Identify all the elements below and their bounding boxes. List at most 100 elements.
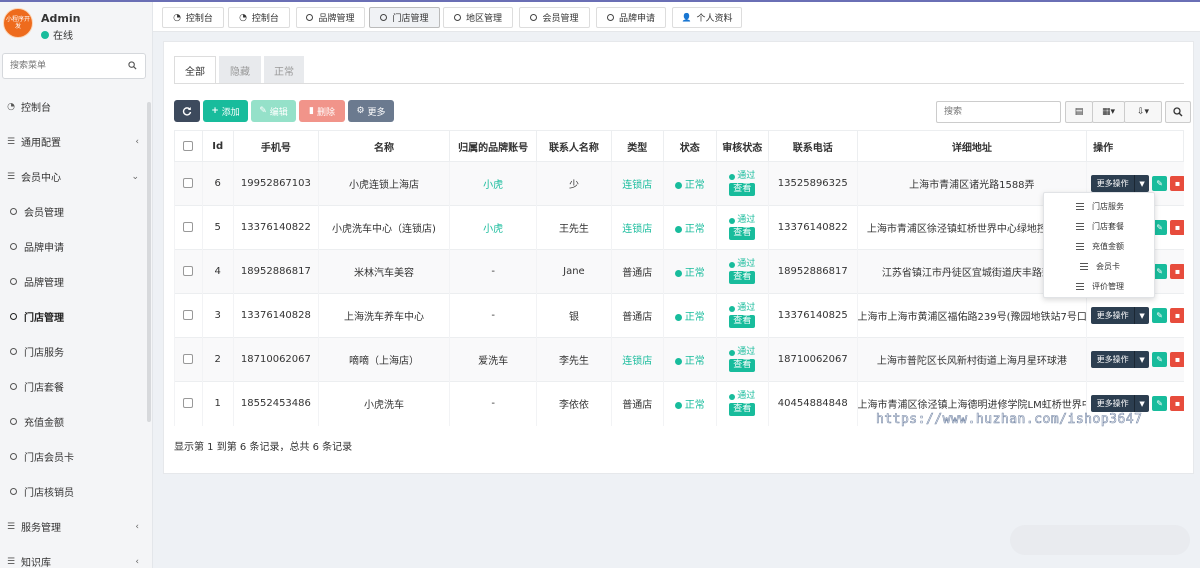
more-ops-button[interactable]: 更多操作 ▼ xyxy=(1091,307,1150,324)
caret-down-icon[interactable]: ▼ xyxy=(1134,307,1150,324)
tab-hidden[interactable]: 隐藏 xyxy=(219,56,261,84)
delete-button[interactable]: ▮ 删除 xyxy=(299,100,345,122)
more-ops-button[interactable]: 更多操作 ▼ xyxy=(1091,395,1150,413)
sidebar-subitem[interactable]: 门店核销员 xyxy=(0,474,153,509)
top-tab[interactable]: ◔ 控制台 xyxy=(162,7,224,28)
refresh-button[interactable] xyxy=(174,100,200,122)
sidebar-subitem[interactable]: 门店服务 xyxy=(0,334,153,369)
row-delete-button[interactable]: ▪ xyxy=(1170,264,1184,279)
export-button[interactable]: ⇩▾ xyxy=(1124,101,1162,123)
column-header[interactable]: 联系人名称 xyxy=(536,130,612,162)
dropdown-item[interactable]: 充值金额 xyxy=(1044,236,1156,256)
column-header[interactable]: 审核状态 xyxy=(715,130,769,162)
top-tab[interactable]: ◔ 控制台 xyxy=(228,7,290,28)
status-dot-icon xyxy=(674,225,682,233)
column-header[interactable]: 联系电话 xyxy=(768,130,858,162)
tab-normal[interactable]: 正常 xyxy=(264,56,304,84)
caret-down-icon[interactable]: ▼ xyxy=(1134,395,1150,413)
view-audit-button[interactable]: 查看 xyxy=(729,183,756,196)
trash-icon: ▪ xyxy=(1174,266,1181,276)
brand-cell[interactable]: 小虎 xyxy=(448,205,537,250)
sidebar-item[interactable]: ◔ 控制台 xyxy=(0,89,153,124)
top-tab[interactable]: 品牌申请 xyxy=(596,7,666,28)
sidebar-subitem[interactable]: 品牌申请 xyxy=(0,229,153,264)
sidebar-subitem[interactable]: 充值金额 xyxy=(0,404,153,439)
search-button[interactable] xyxy=(1165,101,1191,123)
view-audit-button[interactable]: 查看 xyxy=(729,271,756,284)
dropdown-item[interactable]: 评价管理 xyxy=(1044,276,1156,296)
row-checkbox[interactable] xyxy=(183,310,194,320)
add-button[interactable]: + 添加 xyxy=(203,100,248,122)
brand-cell[interactable]: 小虎 xyxy=(448,161,537,206)
top-tab-bar: ◔ 控制台 ◔ 控制台 品牌管理 门店管理 地区管理 会员管理 品牌申请 👤 个人资料 xyxy=(153,2,1200,32)
sidebar-subitem[interactable]: 会员管理 xyxy=(0,194,153,229)
row-delete-button[interactable]: ▪ xyxy=(1170,176,1184,191)
sidebar-menu: ◔ 控制台 ☰ 通用配置 ‹ ☰ 会员中心 ⌄ 会员管理 品牌申请 品牌管理 门店管理 门店服务 门店套餐… xyxy=(0,89,153,568)
dropdown-item[interactable]: 会员卡 xyxy=(1044,256,1156,276)
view-audit-button[interactable]: 查看 xyxy=(729,403,756,417)
sidebar-item[interactable]: ☰ 会员中心 ⌄ xyxy=(0,159,153,194)
search-icon[interactable] xyxy=(128,61,137,70)
row-delete-button[interactable]: ▪ xyxy=(1170,396,1184,412)
table-row[interactable]: 5 13376140822 小虎洗车中心（连锁店) 小虎 王先生 连锁店 正常 通过 查看 133… xyxy=(174,205,1184,250)
type-cell[interactable]: 连锁店 xyxy=(610,205,664,250)
row-edit-button[interactable]: ✎ xyxy=(1152,352,1168,367)
avatar[interactable]: 小程序开发 xyxy=(3,8,33,38)
table-search-input[interactable] xyxy=(937,102,1055,122)
top-tab[interactable]: 👤 个人资料 xyxy=(672,7,742,28)
sidebar-subitem[interactable]: 品牌管理 xyxy=(0,264,153,299)
sidebar-subitem[interactable]: 门店会员卡 xyxy=(0,439,153,474)
row-delete-button[interactable]: ▪ xyxy=(1170,308,1184,323)
view-audit-button[interactable]: 查看 xyxy=(729,227,756,240)
column-header[interactable]: 名称 xyxy=(318,130,450,162)
more-button[interactable]: ⚙ 更多 xyxy=(348,100,394,122)
row-checkbox[interactable] xyxy=(183,178,194,188)
row-delete-button[interactable]: ▪ xyxy=(1170,352,1184,367)
view-audit-button[interactable]: 查看 xyxy=(729,359,756,372)
table-row[interactable]: 6 19952867103 小虎连锁上海店 小虎少连锁店 正常 通过 查看 135258963… xyxy=(174,161,1184,206)
more-ops-button[interactable]: 更多操作 ▼ xyxy=(1091,175,1150,192)
column-header[interactable]: 归属的品牌账号 xyxy=(448,130,538,162)
table-row[interactable]: 3 13376140828 上海洗车养车中心 - 银普通店 正常 通过 查看 133761408… xyxy=(174,293,1184,338)
table-row[interactable]: 4 18952886817 米林汽车美容 - Jane 普通店 正常 通过 查看 18952886… xyxy=(174,249,1184,294)
view-audit-button[interactable]: 查看 xyxy=(729,315,756,328)
row-checkbox[interactable] xyxy=(183,222,194,232)
sidebar-item[interactable]: ☰ 通用配置 ‹ xyxy=(0,124,153,159)
top-tab[interactable]: 会员管理 xyxy=(519,7,590,28)
type-cell[interactable]: 连锁店 xyxy=(610,161,664,206)
row-checkbox[interactable] xyxy=(183,398,194,409)
type-cell[interactable]: 连锁店 xyxy=(610,337,664,382)
row-edit-button[interactable]: ✎ xyxy=(1152,176,1168,191)
sidebar-item[interactable]: ☰ 服务管理 ‹ xyxy=(0,509,153,544)
table-row[interactable]: 2 18710062067 嘀嘀（上海店） 爱洗车 李先生 连锁店 正常 通过 查看 187100… xyxy=(174,337,1184,382)
menu-search-input[interactable] xyxy=(3,54,113,78)
row-delete-button[interactable]: ▪ xyxy=(1170,220,1184,235)
top-tab[interactable]: 门店管理 xyxy=(369,7,440,28)
sidebar-subitem[interactable]: 门店管理 xyxy=(0,299,153,334)
status-text: 正常 xyxy=(684,224,705,235)
row-checkbox[interactable] xyxy=(183,266,194,276)
column-header[interactable]: 手机号 xyxy=(232,130,320,162)
tab-all[interactable]: 全部 xyxy=(174,56,216,84)
caret-down-icon[interactable]: ▼ xyxy=(1134,175,1150,192)
top-tab[interactable]: 地区管理 xyxy=(443,7,513,28)
sidebar-item[interactable]: ☰ 知识库 ‹ xyxy=(0,544,153,568)
row-edit-button[interactable]: ✎ xyxy=(1152,308,1168,323)
more-ops-button[interactable]: 更多操作 ▼ xyxy=(1091,351,1150,368)
column-header[interactable]: 类型 xyxy=(610,130,664,162)
select-all-checkbox[interactable] xyxy=(183,140,194,151)
row-edit-button[interactable]: ✎ xyxy=(1152,396,1168,412)
column-header[interactable]: 状态 xyxy=(663,130,717,162)
toggle-view-button[interactable]: ▤ xyxy=(1065,101,1093,123)
sidebar-subitem[interactable]: 门店套餐 xyxy=(0,369,153,404)
columns-button[interactable]: ▦▾ xyxy=(1092,101,1125,123)
caret-down-icon[interactable]: ▼ xyxy=(1134,351,1150,368)
sidebar-scrollbar[interactable] xyxy=(147,102,151,422)
edit-button[interactable]: ✎ 编辑 xyxy=(251,100,296,122)
dropdown-item[interactable]: 门店套餐 xyxy=(1044,216,1156,236)
top-tab[interactable]: 品牌管理 xyxy=(296,7,365,28)
column-header[interactable]: Id xyxy=(201,130,234,162)
row-checkbox[interactable] xyxy=(183,354,194,364)
column-header[interactable]: 详细地址 xyxy=(856,130,1088,162)
dropdown-item[interactable]: 门店服务 xyxy=(1044,196,1156,216)
